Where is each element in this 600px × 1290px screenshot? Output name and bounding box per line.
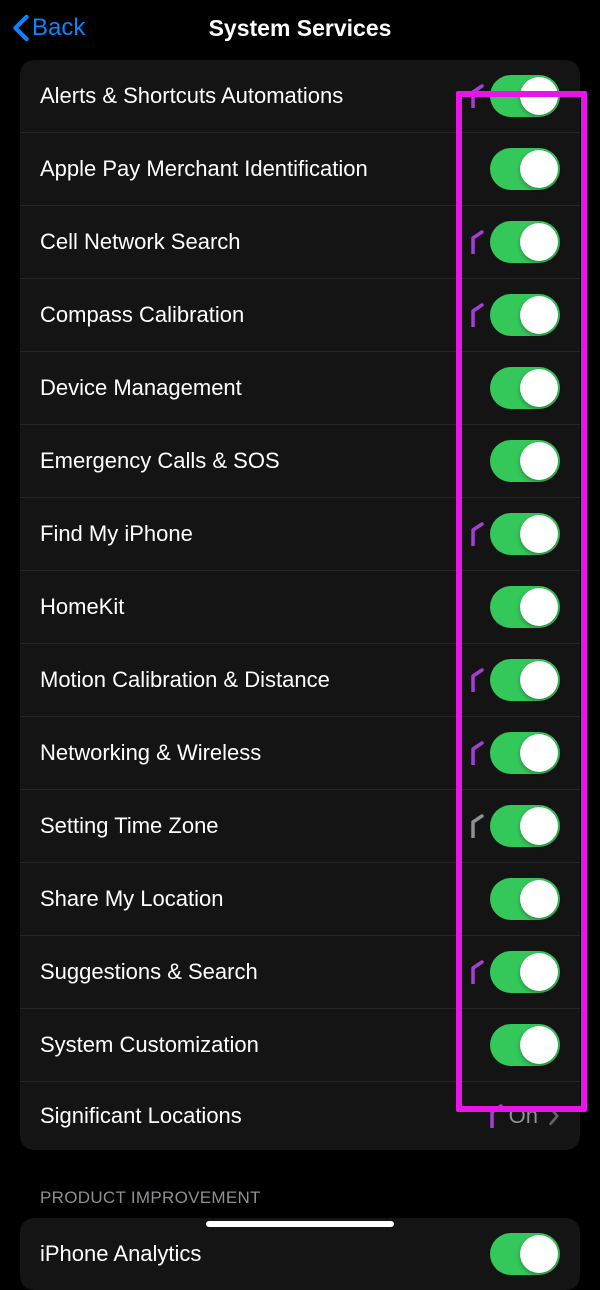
location-arrow-icon [489,1104,503,1128]
system-services-list: Alerts & Shortcuts Automations Apple Pay … [20,60,580,1150]
list-row: Find My iPhone [20,498,580,571]
toggle-switch[interactable] [490,148,560,190]
toggle-switch[interactable] [490,75,560,117]
content-area: Alerts & Shortcuts Automations Apple Pay … [0,60,600,1290]
toggle-knob [520,223,558,261]
location-arrow-icon [470,960,484,984]
toggle-knob [520,734,558,772]
toggle-knob [520,442,558,480]
list-row: iPhone Analytics [20,1218,580,1290]
list-row: Suggestions & Search [20,936,580,1009]
row-label: Emergency Calls & SOS [40,448,490,474]
row-label: iPhone Analytics [40,1241,490,1267]
list-row: Networking & Wireless [20,717,580,790]
toggle-knob [520,296,558,334]
section-header-product-improvement: PRODUCT IMPROVEMENT [20,1150,580,1218]
toggle-knob [520,515,558,553]
toggle-switch[interactable] [490,878,560,920]
row-label: Suggestions & Search [40,959,466,985]
chevron-right-icon [548,1106,560,1126]
row-label: Compass Calibration [40,302,466,328]
location-arrow-icon [470,84,484,108]
toggle-switch[interactable] [490,1233,560,1275]
toggle-knob [520,369,558,407]
list-row[interactable]: Significant Locations On [20,1082,580,1150]
toggle-switch[interactable] [490,659,560,701]
toggle-switch[interactable] [490,951,560,993]
row-label: Motion Calibration & Distance [40,667,466,693]
location-arrow-icon [470,814,484,838]
page-title: System Services [209,15,392,42]
location-arrow-icon [470,303,484,327]
toggle-knob [520,953,558,991]
row-label: Apple Pay Merchant Identification [40,156,490,182]
location-arrow-icon [470,522,484,546]
row-label: Device Management [40,375,490,401]
toggle-knob [520,150,558,188]
toggle-switch[interactable] [490,732,560,774]
toggle-knob [520,880,558,918]
toggle-switch[interactable] [490,440,560,482]
home-indicator[interactable] [206,1221,394,1227]
toggle-knob [520,588,558,626]
list-row: Compass Calibration [20,279,580,352]
back-button[interactable]: Back [12,14,85,42]
back-label: Back [32,14,85,42]
toggle-switch[interactable] [490,294,560,336]
toggle-knob [520,1026,558,1064]
toggle-knob [520,661,558,699]
nav-header: Back System Services [0,0,600,60]
list-row: Cell Network Search [20,206,580,279]
row-label: Share My Location [40,886,490,912]
back-chevron-icon [12,14,30,42]
location-arrow-icon [470,741,484,765]
list-row: System Customization [20,1009,580,1082]
list-row: Share My Location [20,863,580,936]
list-row: Motion Calibration & Distance [20,644,580,717]
list-row: Apple Pay Merchant Identification [20,133,580,206]
list-row: Setting Time Zone [20,790,580,863]
list-row: Emergency Calls & SOS [20,425,580,498]
toggle-switch[interactable] [490,805,560,847]
list-row: HomeKit [20,571,580,644]
toggle-knob [520,807,558,845]
location-arrow-icon [470,230,484,254]
toggle-switch[interactable] [490,367,560,409]
row-label: Significant Locations [40,1103,485,1129]
product-improvement-list: iPhone Analytics [20,1218,580,1290]
list-row: Device Management [20,352,580,425]
row-label: Networking & Wireless [40,740,466,766]
row-label: Setting Time Zone [40,813,466,839]
toggle-switch[interactable] [490,513,560,555]
row-label: Cell Network Search [40,229,466,255]
toggle-switch[interactable] [490,221,560,263]
toggle-knob [520,77,558,115]
toggle-knob [520,1235,558,1273]
row-label: HomeKit [40,594,490,620]
row-label: Alerts & Shortcuts Automations [40,83,466,109]
row-label: System Customization [40,1032,490,1058]
row-label: Find My iPhone [40,521,466,547]
location-arrow-icon [470,668,484,692]
toggle-switch[interactable] [490,586,560,628]
toggle-switch[interactable] [490,1024,560,1066]
detail-value: On [509,1103,538,1129]
list-row: Alerts & Shortcuts Automations [20,60,580,133]
